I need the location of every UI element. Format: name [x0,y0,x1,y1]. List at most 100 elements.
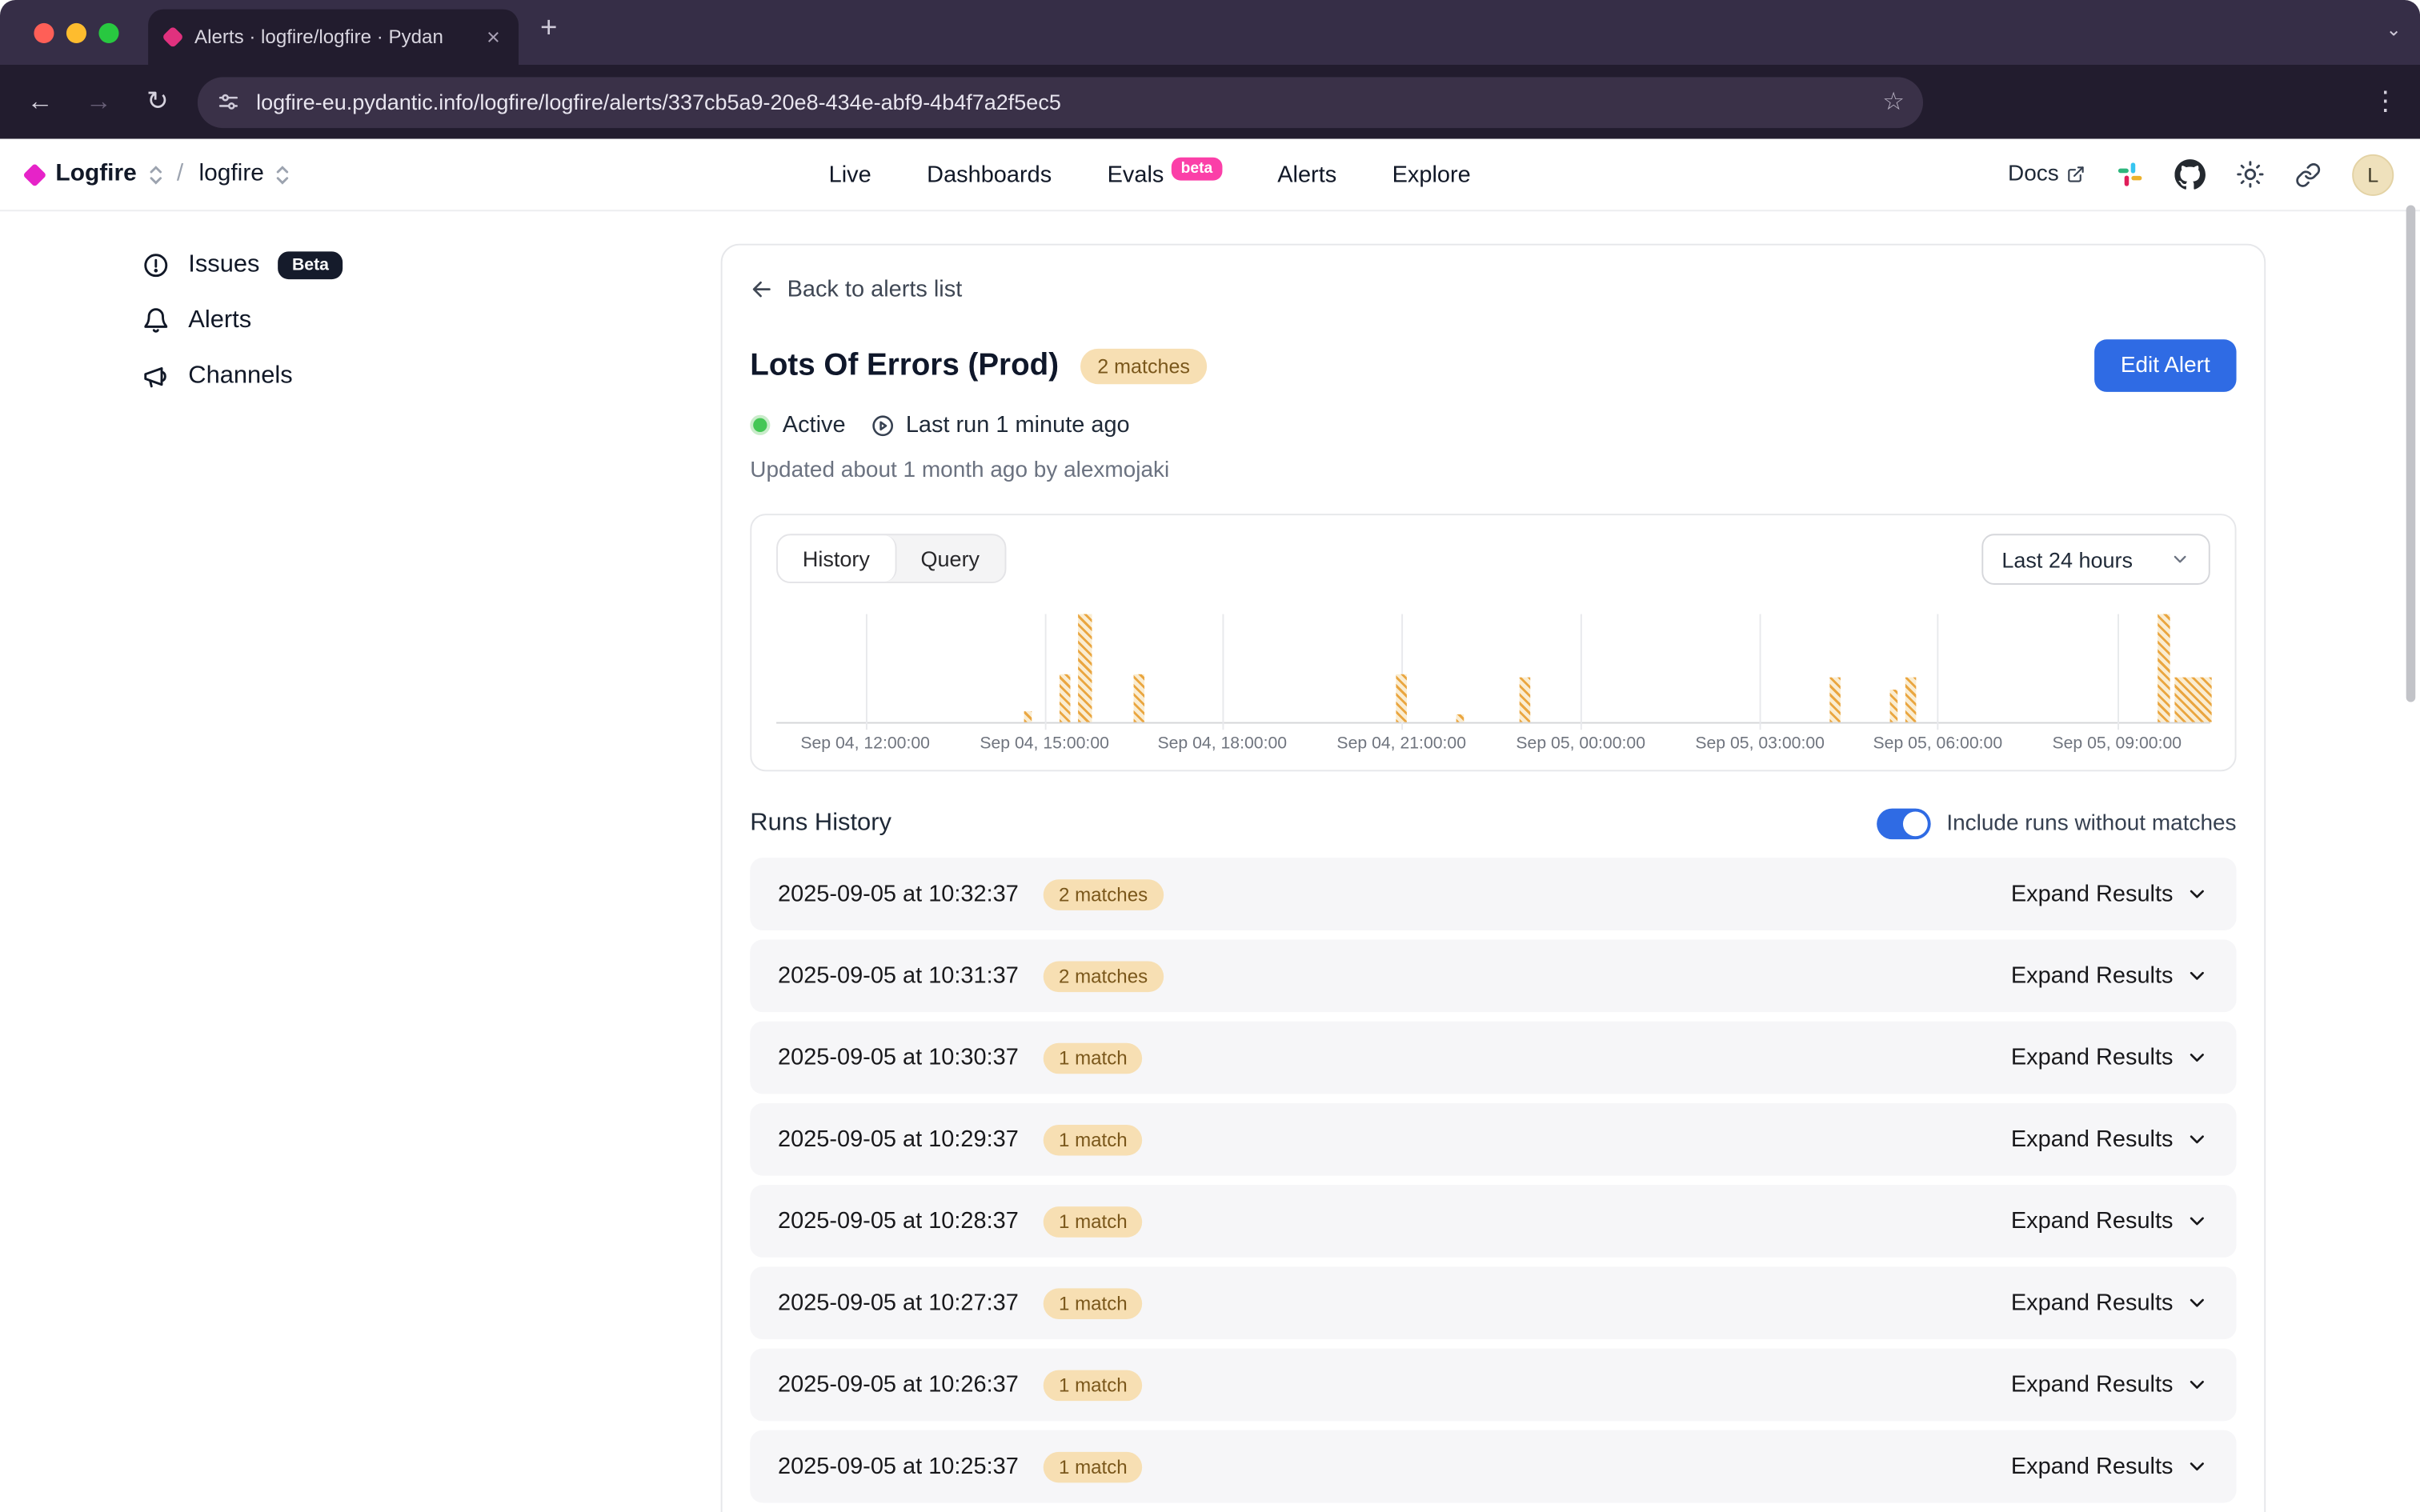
histogram-bar[interactable] [1456,714,1464,722]
run-matches-badge: 1 match [1044,1124,1143,1155]
x-tick-label: Sep 05, 03:00:00 [1695,734,1825,753]
nav-evals[interactable]: Evals beta [1108,162,1222,188]
run-row: 2025-09-05 at 10:27:37 1 match Expand Re… [750,1266,2236,1339]
last-run-text: Last run 1 minute ago [906,412,1130,438]
project-name[interactable]: logfire [198,161,263,189]
org-switcher-icon[interactable] [149,164,161,184]
tab-history[interactable]: History [778,535,896,582]
edit-alert-button[interactable]: Edit Alert [2094,339,2236,392]
run-matches-badge: 1 match [1044,1206,1143,1237]
minimize-window-button[interactable] [66,23,86,43]
evals-beta-badge: beta [1172,157,1222,180]
run-row: 2025-09-05 at 10:30:37 1 match Expand Re… [750,1022,2236,1094]
theme-toggle-sun-icon[interactable] [2237,161,2265,189]
history-chart-panel: History Query Last 24 hours Sep 04, 12:0… [750,514,2236,771]
expand-results-button[interactable]: Expand Results [2011,1290,2209,1316]
alert-detail-card: Back to alerts list Lots Of Errors (Prod… [721,244,2266,1512]
histogram-bar[interactable] [1829,677,1841,722]
tab-list-chevron-icon[interactable]: ⌄ [2386,18,2401,40]
chart-gridline [1044,614,1046,730]
expand-results-button[interactable]: Expand Results [2011,1454,2209,1480]
app-header: Logfire / logfire Live Dashboards Evals … [0,139,2420,212]
run-matches-badge: 2 matches [1044,878,1164,910]
run-timestamp: 2025-09-05 at 10:28:37 [778,1208,1019,1234]
external-link-icon [2066,165,2085,183]
active-status-icon [750,415,770,435]
nav-live[interactable]: Live [829,162,871,188]
tab-close-icon[interactable]: × [483,24,503,50]
histogram-bar[interactable] [1059,674,1070,722]
org-name[interactable]: Logfire [55,161,136,189]
tab-query[interactable]: Query [896,535,1004,582]
expand-results-button[interactable]: Expand Results [2011,962,2209,989]
main-nav: Live Dashboards Evals beta Alerts Explor… [829,162,1471,188]
histogram-bar[interactable] [2174,677,2211,722]
new-tab-button[interactable]: + [540,12,557,46]
issues-icon [142,251,170,279]
x-tick-label: Sep 05, 09:00:00 [2052,734,2182,753]
histogram-bar[interactable] [1134,674,1145,722]
histogram-bar[interactable] [1889,690,1897,722]
url-text[interactable]: logfire-eu.pydantic.info/logfire/logfire… [256,90,1867,114]
nav-dashboards[interactable]: Dashboards [927,162,1052,188]
run-row: 2025-09-05 at 10:29:37 1 match Expand Re… [750,1103,2236,1176]
zoom-window-button[interactable] [98,23,118,43]
x-tick-label: Sep 05, 06:00:00 [1873,734,2003,753]
back-button[interactable]: ← [22,86,58,118]
expand-results-button[interactable]: Expand Results [2011,881,2209,907]
histogram-bar[interactable] [1905,677,1917,722]
page-scrollbar[interactable] [2406,206,2416,702]
status-text: Active [783,412,846,438]
forward-button: → [80,86,117,118]
chevron-down-icon [2170,550,2190,570]
url-bar[interactable]: logfire-eu.pydantic.info/logfire/logfire… [198,76,1923,127]
slack-icon[interactable] [2116,161,2144,189]
close-window-button[interactable] [34,23,54,43]
browser-tab[interactable]: Alerts · logfire/logfire · Pydan × [148,10,519,65]
matches-badge: 2 matches [1080,348,1207,383]
histogram-bar[interactable] [1520,677,1531,722]
site-settings-icon[interactable] [216,90,241,114]
include-runs-toggle[interactable] [1877,809,1932,840]
tab-favicon [162,26,184,48]
sidebar-item-alerts[interactable]: Alerts [142,307,463,335]
histogram-bar[interactable] [1078,614,1092,722]
bell-icon [142,307,170,335]
run-matches-badge: 1 match [1044,1370,1143,1401]
histogram-bar[interactable] [1024,711,1032,722]
share-link-icon[interactable] [2295,162,2322,188]
browser-menu-icon[interactable]: ⋮ [2372,86,2398,118]
bookmark-star-icon[interactable]: ☆ [1882,86,1905,118]
histogram-bar[interactable] [2158,614,2170,722]
run-timestamp: 2025-09-05 at 10:29:37 [778,1126,1019,1153]
chart-gridline [1581,614,1582,730]
nav-alerts[interactable]: Alerts [1277,162,1336,188]
sidebar-item-issues[interactable]: Issues Beta [142,251,463,279]
docs-link[interactable]: Docs [2008,162,2085,187]
run-timestamp: 2025-09-05 at 10:25:37 [778,1454,1019,1480]
breadcrumb-separator: / [177,161,183,189]
back-to-alerts-link[interactable]: Back to alerts list [750,276,2236,302]
expand-results-button[interactable]: Expand Results [2011,1045,2209,1071]
back-arrow-icon [750,278,773,301]
runs-list: 2025-09-05 at 10:32:37 2 matches Expand … [750,858,2236,1502]
chevron-down-icon [2186,1291,2209,1314]
run-matches-badge: 2 matches [1044,961,1164,992]
expand-results-button[interactable]: Expand Results [2011,1126,2209,1153]
run-row: 2025-09-05 at 10:31:37 2 matches Expand … [750,940,2236,1013]
expand-results-button[interactable]: Expand Results [2011,1372,2209,1398]
histogram-bar[interactable] [1396,674,1407,722]
time-range-select[interactable]: Last 24 hours [1981,534,2210,585]
run-timestamp: 2025-09-05 at 10:27:37 [778,1290,1019,1316]
run-row: 2025-09-05 at 10:32:37 2 matches Expand … [750,858,2236,930]
logfire-logo-icon [22,162,46,186]
user-avatar[interactable]: L [2352,154,2394,195]
nav-explore[interactable]: Explore [1392,162,1471,188]
expand-results-button[interactable]: Expand Results [2011,1208,2209,1234]
project-switcher-icon[interactable] [276,164,288,184]
traffic-lights [34,23,118,43]
browser-toolbar: ← → ↻ logfire-eu.pydantic.info/logfire/l… [0,65,2420,139]
sidebar-item-channels[interactable]: Channels [142,362,463,390]
github-icon[interactable] [2174,159,2206,190]
reload-button[interactable]: ↻ [139,86,176,118]
